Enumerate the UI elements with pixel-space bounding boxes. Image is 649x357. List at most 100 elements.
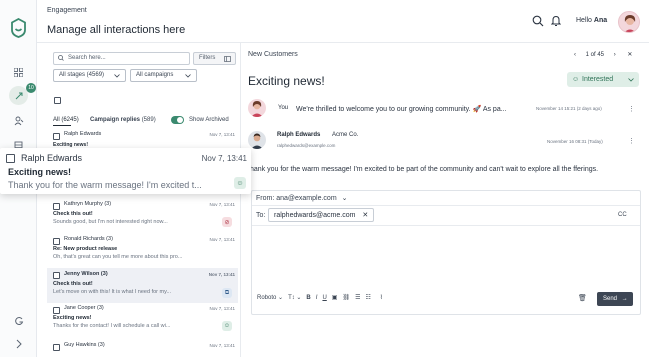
image-icon[interactable]: ▣ — [332, 294, 338, 301]
recipient-chip[interactable]: ralphedwards@acme.com ✕ — [268, 208, 375, 222]
cc-button[interactable]: CC — [618, 212, 627, 218]
interested-badge-icon: ☺ — [222, 321, 232, 331]
text-size-icon[interactable]: T↕ ⌄ — [288, 294, 301, 301]
sender-avatar — [248, 131, 266, 149]
message-date: Nov 7, 13:41 — [201, 154, 247, 163]
chevron-down-icon — [114, 74, 120, 78]
message-preview: Thank you for the warm message! I'm exci… — [8, 180, 202, 190]
row-checkbox[interactable] — [53, 203, 60, 210]
remove-recipient-icon[interactable]: ✕ — [362, 212, 368, 219]
list-item-selected[interactable]: Jenny Wilson (3) Nov 7, 13:41 Check this… — [47, 268, 238, 303]
bullet-list-icon[interactable]: ☷ — [365, 294, 370, 301]
stage-filter-dropdown[interactable]: All stages (4569) — [53, 69, 126, 82]
bell-icon[interactable] — [551, 15, 561, 27]
message-preview: Let's move on with this! It is what I ne… — [53, 289, 172, 295]
row-checkbox[interactable] — [53, 272, 60, 279]
dashboard-grid-icon[interactable] — [10, 64, 27, 81]
filters-button[interactable]: Filters — [193, 52, 236, 65]
from-value: ana@example.com — [276, 195, 337, 202]
font-select[interactable]: Roboto ⌄ — [257, 294, 283, 301]
show-archived-toggle[interactable] — [171, 116, 184, 124]
send-label: Send — [603, 296, 618, 302]
expand-chevron-icon[interactable] — [10, 335, 27, 352]
message-sender-name: Ralph Edwards — [277, 132, 321, 138]
interested-icon: ☺ — [572, 76, 580, 83]
composer-divider — [252, 225, 640, 226]
arrow-right-icon: → — [621, 296, 628, 302]
campaign-filter-value: All campaigns — [136, 72, 174, 78]
row-checkbox[interactable] — [53, 133, 60, 140]
list-item[interactable]: Ronald Richards (3) Nov 7, 13:41 Re: New… — [47, 235, 238, 268]
list-item[interactable]: Kathryn Murphy (3) Nov 7, 13:41 Check th… — [47, 200, 238, 234]
app-logo[interactable] — [10, 18, 27, 38]
list-item[interactable]: Guy Hawkins (3) Nov 7, 13:41 — [47, 341, 238, 357]
message-snippet: We're thrilled to welcome you to our gro… — [296, 106, 507, 113]
page-counter: 1 of 45 — [585, 52, 605, 58]
filter-icon — [224, 56, 231, 62]
row-checkbox[interactable] — [53, 307, 60, 314]
sender-name: Ronald Richards (3) — [64, 236, 113, 242]
message-date: Nov 7, 13:41 — [209, 237, 235, 242]
chevron-down-icon: ⌄ — [341, 195, 348, 202]
select-all-checkbox[interactable] — [54, 97, 61, 104]
status-dropdown[interactable]: ☺ Interested — [567, 72, 639, 87]
message-preview: Oh, that's great can you tell me more ab… — [53, 254, 183, 260]
trash-icon[interactable]: 🗑 — [578, 294, 587, 302]
dragged-list-item[interactable]: Ralph Edwards Nov 7, 13:41 Exciting news… — [0, 148, 251, 194]
search-icon — [58, 55, 64, 61]
message-collapsed[interactable]: You We're thrilled to welcome you to our… — [248, 98, 641, 122]
pager: ‹ 1 of 45 › ✕ — [574, 51, 632, 58]
sender-name: Jenny Wilson (3) — [64, 271, 108, 277]
support-icon[interactable] — [10, 312, 27, 329]
message-preview: Sounds good, but I'm not interested righ… — [53, 219, 168, 225]
bold-icon[interactable]: B — [306, 295, 310, 301]
more-options-icon[interactable]: ⋮ — [628, 105, 635, 113]
interested-badge-icon: ☺ — [234, 177, 246, 189]
underline-icon[interactable]: U — [322, 295, 326, 301]
message-subject: Re: New product release — [53, 246, 118, 252]
search-placeholder: Search here... — [68, 55, 106, 61]
meeting-badge-icon: ⧉ — [222, 288, 232, 298]
from-field[interactable]: From: ana@example.com ⌄ — [256, 194, 347, 202]
greeting: Hello Ana — [576, 17, 608, 24]
italic-icon[interactable]: I — [316, 295, 318, 301]
prev-page-icon[interactable]: ‹ — [574, 52, 576, 58]
breadcrumb: Engagement — [47, 7, 87, 14]
composer-divider — [252, 205, 640, 206]
attachment-icon[interactable]: ⌇ — [380, 294, 383, 301]
message-date: Nov 7, 13:41 — [209, 132, 235, 137]
more-options-icon[interactable]: ⋮ — [628, 137, 635, 145]
link-icon[interactable]: ⛓ — [342, 294, 350, 301]
chevron-down-icon — [185, 74, 191, 78]
row-checkbox[interactable] — [53, 344, 60, 351]
list-item[interactable]: Ralph Edwards Nov 7, 13:41 Exciting news… — [47, 130, 238, 148]
list-name: New Customers — [248, 51, 298, 58]
sender-name: Ralph Edwards — [64, 131, 102, 137]
tab-all[interactable]: All (6245) — [53, 117, 79, 123]
reply-composer[interactable]: From: ana@example.com ⌄ To: ralphedwards… — [251, 190, 641, 315]
message-date: Nov 7, 13:41 — [208, 272, 235, 277]
tab-campaign-replies[interactable]: Campaign replies (589) — [90, 117, 156, 123]
message-sender-email: ralphedwards@example.com — [277, 143, 336, 148]
message-sender-company: Acme Co. — [332, 132, 359, 138]
search-input[interactable]: Search here... — [53, 52, 190, 65]
row-checkbox[interactable] — [53, 238, 60, 245]
from-label: From: — [256, 195, 275, 202]
next-page-icon[interactable]: › — [614, 52, 616, 58]
recipient-email: ralphedwards@acme.com — [274, 212, 356, 219]
header-divider — [37, 42, 649, 43]
message-subject: Check this out! — [53, 281, 93, 287]
message-timestamp: November 14 15:21 (2 days ago) — [536, 106, 602, 111]
contacts-icon[interactable] — [10, 112, 27, 129]
search-icon[interactable] — [532, 15, 544, 27]
sender-name: Ralph Edwards — [21, 153, 83, 163]
status-value: Interested — [582, 76, 614, 83]
close-icon[interactable]: ✕ — [627, 52, 632, 58]
user-avatar[interactable] — [618, 11, 640, 33]
ordered-list-icon[interactable]: ☰ — [355, 294, 360, 301]
message-date: Nov 7, 13:41 — [209, 343, 235, 348]
campaign-filter-dropdown[interactable]: All campaigns — [130, 69, 197, 82]
list-item[interactable]: Jane Cooper (3) Nov 7, 13:41 Exciting ne… — [47, 304, 238, 338]
row-checkbox[interactable] — [6, 154, 15, 163]
send-button[interactable]: Send → — [597, 292, 633, 306]
